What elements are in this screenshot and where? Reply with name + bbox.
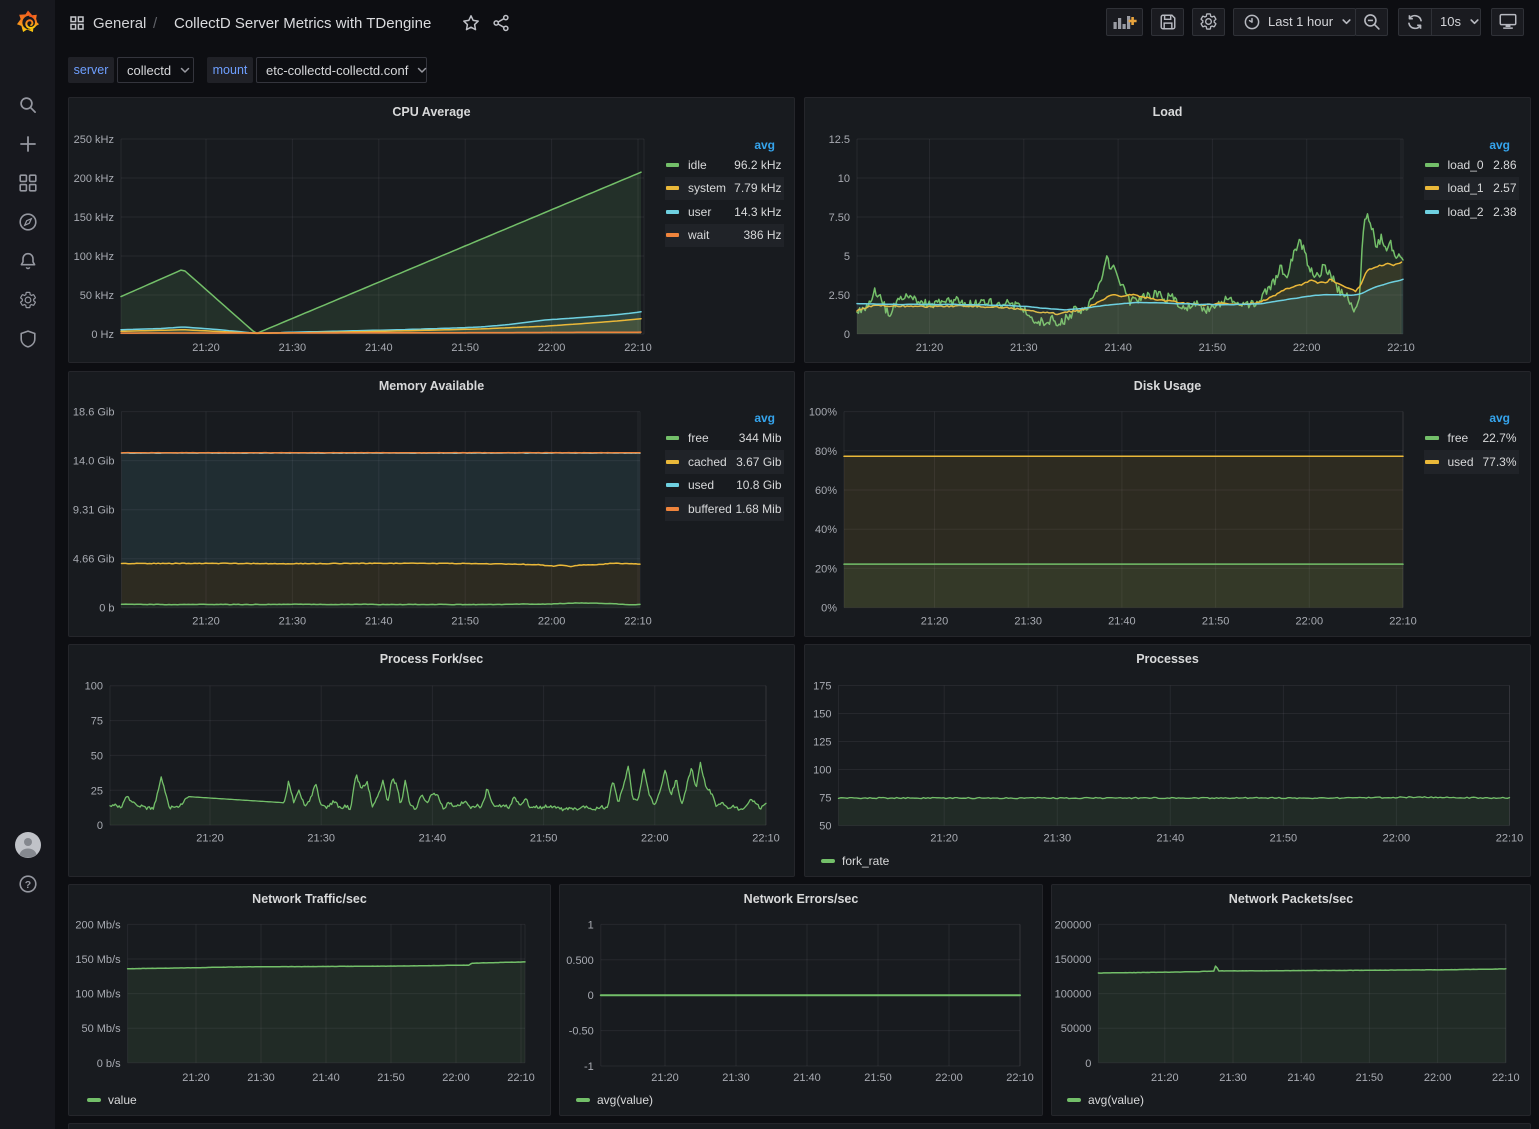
svg-text:?: ? bbox=[24, 879, 30, 891]
